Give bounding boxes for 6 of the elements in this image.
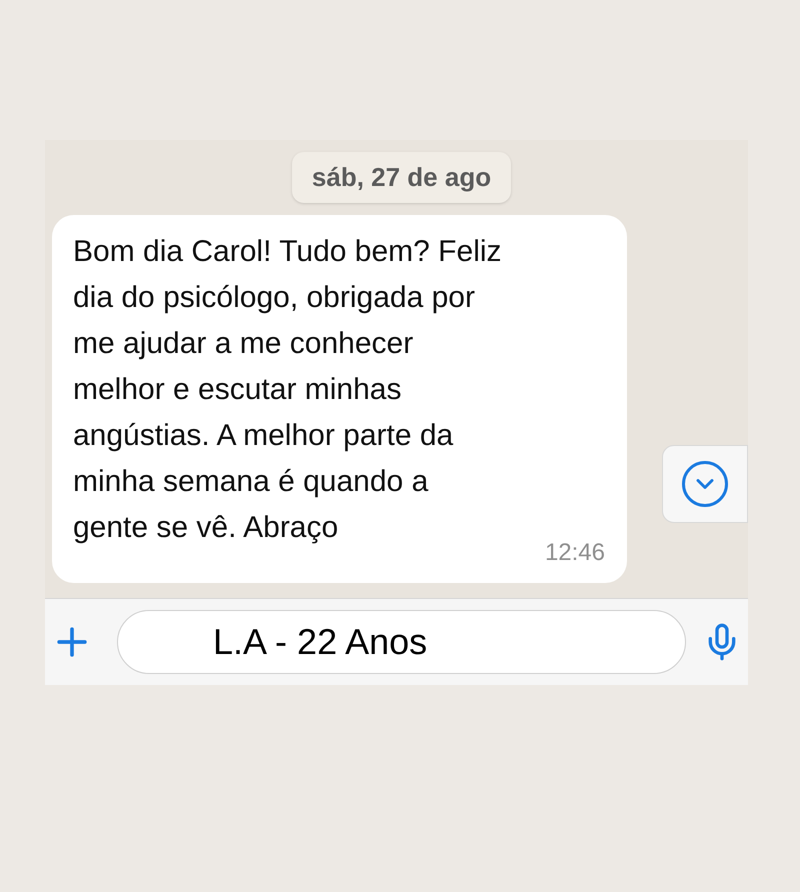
message-time: 12:46 [544, 538, 605, 568]
scroll-down-button[interactable] [662, 445, 748, 523]
message-text: Bom dia Carol! Tudo bem? Feliz dia do psicólogo, obrigada por me ajudar a me conhecer melhor e escutar minhas angústias. A melhor parte da minha semana é quando a gente se vê. Abraço [73, 234, 503, 546]
date-label: sáb, 27 de ago [292, 152, 512, 203]
message-input[interactable]: L.A - 22 Anos [117, 610, 686, 674]
input-text: L.A - 22 Anos [213, 620, 428, 664]
